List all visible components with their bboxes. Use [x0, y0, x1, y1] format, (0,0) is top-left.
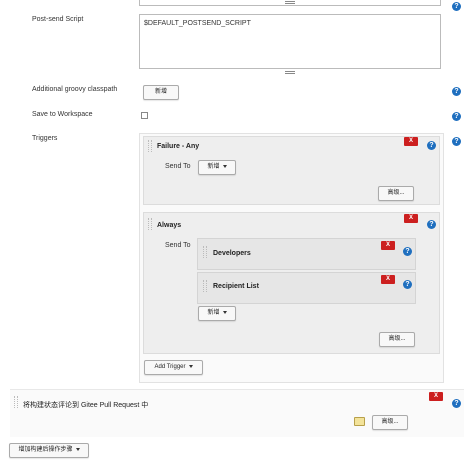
- trigger-failure-any-title: Failure - Any: [157, 143, 200, 150]
- help-icon[interactable]: ?: [427, 220, 436, 229]
- help-icon[interactable]: ?: [427, 141, 436, 150]
- save-to-workspace-checkbox[interactable]: [141, 112, 148, 119]
- drag-handle[interactable]: [148, 140, 152, 152]
- send-to-label: Send To: [165, 242, 191, 249]
- delete-recipient-list-button[interactable]: X: [381, 275, 395, 284]
- triggers-label: Triggers: [32, 135, 58, 142]
- caret-down-icon: [222, 310, 227, 314]
- gitee-advanced-button[interactable]: 高级...: [372, 415, 408, 430]
- post-send-script-value: $DEFAULT_POSTSEND_SCRIPT: [144, 20, 251, 27]
- resize-grip-top[interactable]: [285, 1, 295, 4]
- help-icon[interactable]: ?: [452, 112, 461, 121]
- drag-handle[interactable]: [148, 218, 152, 230]
- add-dropdown-label: 新增: [207, 310, 220, 316]
- add-post-build-step-button[interactable]: 增加构建后操作步骤: [9, 443, 89, 458]
- recipient-developers-label: Developers: [213, 250, 251, 257]
- caret-down-icon: [188, 364, 193, 368]
- groovy-classpath-label: Additional groovy classpath: [32, 86, 118, 93]
- delete-developers-button[interactable]: X: [381, 241, 395, 250]
- delete-gitee-step-button[interactable]: X: [429, 392, 443, 401]
- help-icon[interactable]: ?: [452, 87, 461, 96]
- help-icon[interactable]: ?: [452, 137, 461, 146]
- help-icon[interactable]: ?: [403, 247, 412, 256]
- groovy-classpath-add-button[interactable]: 新增: [143, 85, 179, 100]
- add-dropdown-label: 新增: [207, 164, 220, 170]
- gitee-step-title: 将构建状态评论到 Gitee Pull Request 中: [23, 402, 149, 409]
- caret-down-icon: [75, 447, 80, 451]
- notepad-icon: [354, 417, 365, 426]
- help-icon[interactable]: ?: [403, 280, 412, 289]
- send-to-label: Send To: [165, 163, 191, 170]
- add-trigger-label: Add Trigger: [154, 364, 186, 370]
- resize-grip-post-send[interactable]: [285, 71, 295, 74]
- drag-handle[interactable]: [203, 246, 207, 258]
- drag-handle[interactable]: [14, 396, 18, 408]
- caret-down-icon: [222, 164, 227, 168]
- post-send-script-label: Post-send Script: [32, 16, 84, 23]
- help-icon[interactable]: ?: [452, 399, 461, 408]
- delete-trigger-failure-button[interactable]: X: [404, 137, 418, 146]
- delete-trigger-always-button[interactable]: X: [404, 214, 418, 223]
- add-post-build-step-label: 增加构建后操作步骤: [18, 447, 73, 453]
- add-trigger-button[interactable]: Add Trigger: [144, 360, 203, 375]
- always-advanced-button[interactable]: 高级...: [379, 332, 415, 347]
- help-icon[interactable]: ?: [452, 2, 461, 11]
- failure-advanced-button[interactable]: 高级...: [378, 186, 414, 201]
- post-send-script-textarea[interactable]: $DEFAULT_POSTSEND_SCRIPT: [139, 14, 441, 69]
- always-send-to-add-button[interactable]: 新增: [198, 306, 236, 321]
- trigger-always-title: Always: [157, 222, 182, 229]
- drag-handle[interactable]: [203, 280, 207, 292]
- recipient-list-label: Recipient List: [213, 283, 259, 290]
- save-to-workspace-label: Save to Workspace: [32, 111, 93, 118]
- failure-send-to-add-button[interactable]: 新增: [198, 160, 236, 175]
